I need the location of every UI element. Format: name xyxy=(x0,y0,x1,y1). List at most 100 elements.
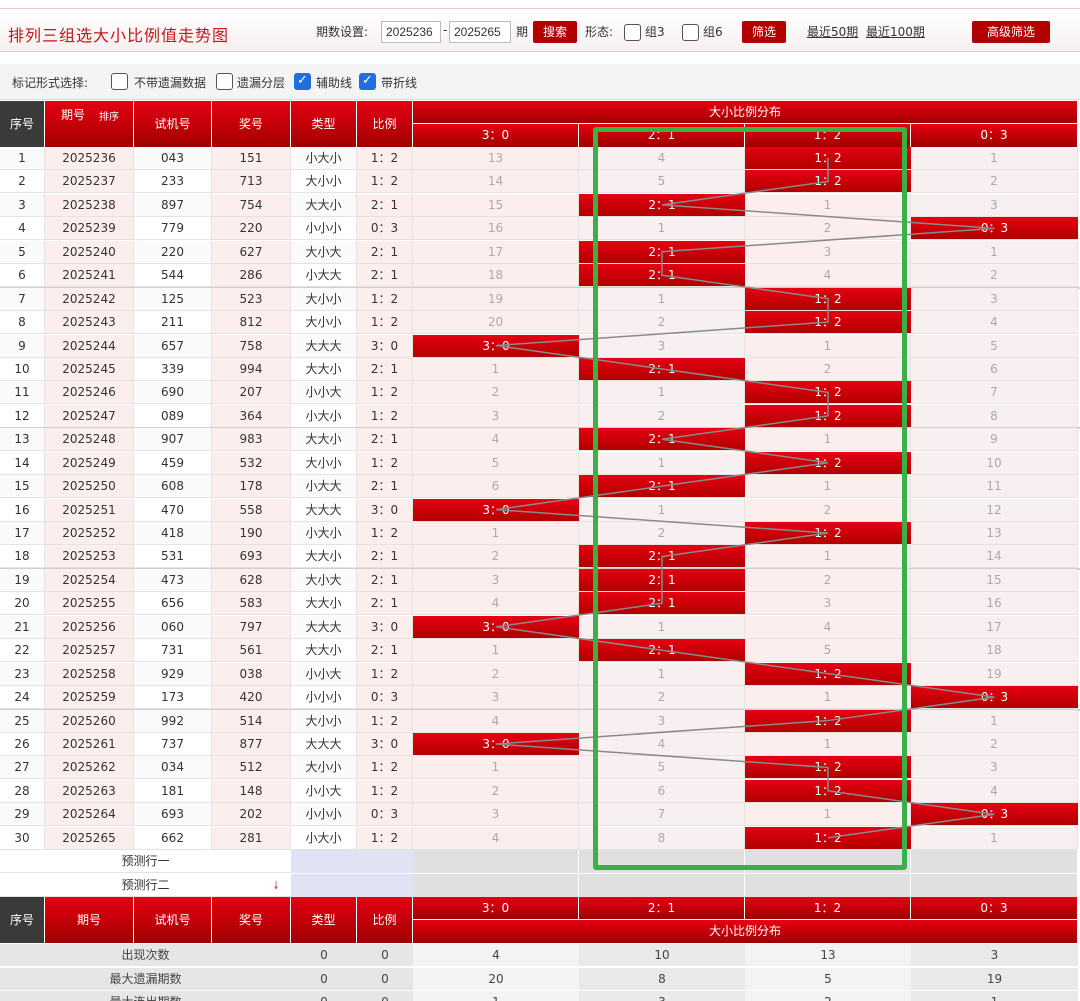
row-trial: 693 xyxy=(134,803,212,827)
group6-checkbox[interactable] xyxy=(682,24,699,41)
search-button[interactable]: 搜索 xyxy=(533,21,577,43)
predict-row-1-cell[interactable] xyxy=(911,850,1078,874)
ratio-hit-marker: 1：2 xyxy=(745,170,911,193)
predict-row-1-cell[interactable] xyxy=(413,850,579,874)
footer-period: 期号 xyxy=(45,897,134,944)
ratio-hit-marker: 2：1 xyxy=(579,193,745,216)
filter-button[interactable]: 筛选 xyxy=(742,21,786,43)
row-idx: 28 xyxy=(0,779,45,803)
miss-value: 8 xyxy=(579,826,745,850)
row-prize: 558 xyxy=(212,498,291,522)
predict-row-2-input[interactable] xyxy=(291,873,413,897)
ratio-hit-marker: 1：2 xyxy=(745,779,911,802)
predict-row-1-input[interactable] xyxy=(291,850,413,874)
miss-value: 1 xyxy=(745,686,911,710)
advanced-filter-button[interactable]: 高级筛选 xyxy=(972,21,1050,43)
group3-checkbox[interactable] xyxy=(624,24,641,41)
footer-type: 类型 xyxy=(291,897,357,944)
ratio-hit-marker: 1：2 xyxy=(745,451,911,474)
row-trial: 418 xyxy=(134,522,212,546)
row-idx: 9 xyxy=(0,334,45,358)
miss-value: 4 xyxy=(579,147,745,170)
miss-value: 5 xyxy=(413,451,579,475)
predict-row-1-cell[interactable] xyxy=(745,850,911,874)
predict-row-2-cell[interactable] xyxy=(911,873,1078,897)
miss-value: 19 xyxy=(911,662,1078,686)
predict-row-2-cell[interactable] xyxy=(413,873,579,897)
row-idx: 6 xyxy=(0,264,45,288)
ratio-hit-marker: 1：2 xyxy=(745,709,911,732)
stat-value: 20 xyxy=(413,967,579,991)
predict-row-2-cell[interactable] xyxy=(745,873,911,897)
footer-idx: 序号 xyxy=(0,897,45,944)
no-miss-data-checkbox[interactable] xyxy=(111,73,128,90)
row-trial: 339 xyxy=(134,357,212,381)
miss-value: 1 xyxy=(579,615,745,639)
period-start-input[interactable] xyxy=(381,21,441,43)
miss-value: 11 xyxy=(911,475,1078,499)
row-type: 大大小 xyxy=(291,428,357,452)
miss-value: 1 xyxy=(911,826,1078,850)
miss-value: 1 xyxy=(579,662,745,686)
row-period: 2025248 xyxy=(45,428,134,452)
row-period: 2025257 xyxy=(45,639,134,663)
stat-value: 3 xyxy=(579,990,745,1001)
row-type: 小小大 xyxy=(291,662,357,686)
row-prize: 207 xyxy=(212,381,291,405)
row-type: 大大小 xyxy=(291,592,357,616)
row-type: 大大小 xyxy=(291,545,357,569)
predict-arrow-icon[interactable]: 🠗 xyxy=(266,874,286,897)
ratio-hit-marker: 1：2 xyxy=(745,662,911,685)
miss-value: 1 xyxy=(579,287,745,311)
row-period: 2025245 xyxy=(45,357,134,381)
row-period: 2025236 xyxy=(45,147,134,170)
row-type: 小大小 xyxy=(291,404,357,428)
row-type: 大小小 xyxy=(291,756,357,780)
miss-value: 2 xyxy=(579,522,745,546)
miss-value: 1 xyxy=(745,733,911,756)
group3-label: 组3 xyxy=(645,25,665,39)
ratio-hit-marker: 2：1 xyxy=(579,428,745,451)
row-idx: 14 xyxy=(0,451,45,475)
row-ratio: 1：2 xyxy=(357,662,413,686)
row-type: 小小大 xyxy=(291,381,357,405)
row-period: 2025237 xyxy=(45,170,134,194)
footer-prize: 奖号 xyxy=(212,897,291,944)
row-prize: 693 xyxy=(212,545,291,569)
row-ratio: 3：0 xyxy=(357,334,413,358)
miss-value: 2 xyxy=(579,311,745,335)
predict-row-2-cell[interactable] xyxy=(579,873,745,897)
row-prize: 758 xyxy=(212,334,291,358)
ratio-hit-marker: 2：1 xyxy=(579,264,745,287)
row-period: 2025239 xyxy=(45,217,134,241)
miss-value: 17 xyxy=(911,615,1078,639)
row-trial: 473 xyxy=(134,568,212,592)
row-ratio: 1：2 xyxy=(357,287,413,311)
row-trial: 907 xyxy=(134,428,212,452)
row-ratio: 1：2 xyxy=(357,779,413,803)
row-ratio: 2：1 xyxy=(357,264,413,288)
recent100-link[interactable]: 最近100期 xyxy=(866,23,925,40)
miss-value: 7 xyxy=(579,803,745,827)
row-period: 2025244 xyxy=(45,334,134,358)
sort-icon[interactable]: 排序 xyxy=(89,111,129,125)
period-end-input[interactable] xyxy=(449,21,511,43)
period-label: 期数设置: xyxy=(316,25,369,39)
helper-line-checkbox[interactable] xyxy=(294,73,311,90)
miss-layer-checkbox[interactable] xyxy=(216,73,233,90)
footer-distribution: 大小比例分布 xyxy=(413,920,1078,944)
stat-value: 19 xyxy=(911,967,1078,991)
polyline-checkbox[interactable] xyxy=(359,73,376,90)
miss-value: 13 xyxy=(911,522,1078,546)
predict-row-1-cell[interactable] xyxy=(579,850,745,874)
row-type: 大大大 xyxy=(291,733,357,756)
recent50-link[interactable]: 最近50期 xyxy=(807,23,858,40)
row-trial: 125 xyxy=(134,287,212,311)
row-period: 2025238 xyxy=(45,193,134,217)
miss-value: 1 xyxy=(579,217,745,241)
row-ratio: 2：1 xyxy=(357,240,413,264)
ratio-hit-marker: 3：0 xyxy=(413,334,579,357)
row-trial: 731 xyxy=(134,639,212,663)
miss-value: 14 xyxy=(413,170,579,194)
row-trial: 034 xyxy=(134,756,212,780)
